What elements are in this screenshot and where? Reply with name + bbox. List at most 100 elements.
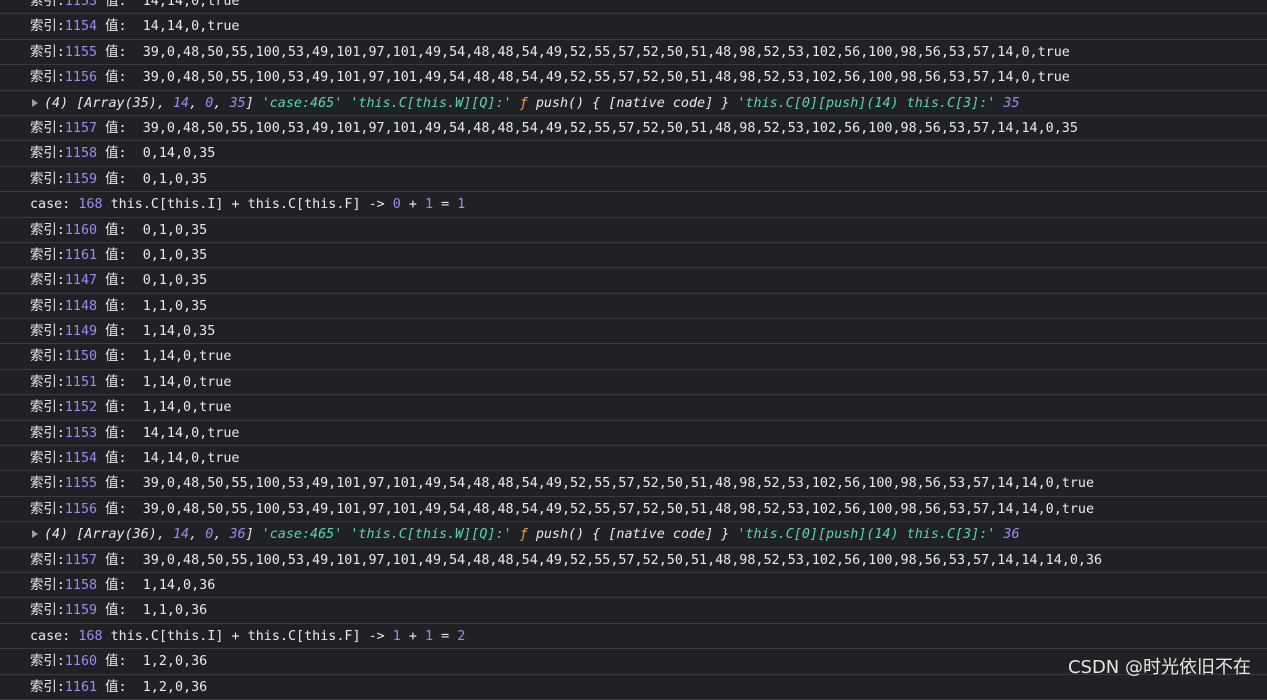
array-sep: , <box>189 527 205 542</box>
index-label: 索引: <box>30 19 65 34</box>
value-text: 0,1,0,35 <box>143 172 208 187</box>
value-text: 1,14,0,true <box>143 375 232 390</box>
index-number: 1159 <box>65 172 97 187</box>
case-log-entry: case: 168 this.C[this.I] + this.C[this.F… <box>0 624 1267 649</box>
value-label: 值: <box>105 476 126 491</box>
value-label: 值: <box>105 324 126 339</box>
operand: 1 <box>425 197 433 212</box>
operand: 0 <box>393 197 401 212</box>
value-label: 值: <box>105 451 126 466</box>
value-text: 1,14,0,36 <box>143 578 216 593</box>
number-value: 36 <box>1003 527 1019 542</box>
plus-sign: + <box>409 629 417 644</box>
index-label: 索引: <box>30 451 65 466</box>
value-label: 值: <box>105 426 126 441</box>
log-entry: 索引:1154 值: 14,14,0,true <box>0 14 1267 39</box>
index-label: 索引: <box>30 426 65 441</box>
log-entry: 索引:1158 值: 1,14,0,36 <box>0 573 1267 598</box>
array-prefix: (4) [Array(36), <box>44 527 173 542</box>
case-label: case: <box>30 629 70 644</box>
value-text: 0,1,0,35 <box>143 223 208 238</box>
string-value: 'this.C[this.W][Q]:' <box>350 96 511 111</box>
index-label: 索引: <box>30 553 65 568</box>
index-number: 1159 <box>65 603 97 618</box>
case-label: case: <box>30 197 70 212</box>
log-entry: 索引:1156 值: 39,0,48,50,55,100,53,49,101,9… <box>0 497 1267 522</box>
array-log-entry[interactable]: (4) [Array(35), 14, 0, 35] 'case:465' 't… <box>0 91 1267 116</box>
value-label: 值: <box>105 70 126 85</box>
index-label: 索引: <box>30 375 65 390</box>
array-item: 14 <box>173 96 189 111</box>
index-label: 索引: <box>30 70 65 85</box>
index-label: 索引: <box>30 0 65 9</box>
array-prefix: (4) [Array(35), <box>44 96 173 111</box>
log-entry: 索引:1147 值: 0,1,0,35 <box>0 268 1267 293</box>
index-number: 1155 <box>65 45 97 60</box>
index-number: 1151 <box>65 375 97 390</box>
index-label: 索引: <box>30 476 65 491</box>
log-entry: 索引:1159 值: 1,1,0,36 <box>0 598 1267 623</box>
log-entry: 索引:1159 值: 0,1,0,35 <box>0 167 1267 192</box>
value-label: 值: <box>105 146 126 161</box>
index-number: 1157 <box>65 121 97 136</box>
string-value: 'this.C[this.W][Q]:' <box>350 527 511 542</box>
index-number: 1160 <box>65 654 97 669</box>
log-entry: 索引:1157 值: 39,0,48,50,55,100,53,49,101,9… <box>0 116 1267 141</box>
index-number: 1147 <box>65 273 97 288</box>
log-entry: 索引:1151 值: 1,14,0,true <box>0 370 1267 395</box>
function-symbol: ƒ <box>520 527 528 542</box>
value-text: 1,14,0,true <box>143 400 232 415</box>
value-label: 值: <box>105 299 126 314</box>
value-label: 值: <box>105 553 126 568</box>
index-number: 1149 <box>65 324 97 339</box>
log-entry: 索引:1158 值: 0,14,0,35 <box>0 141 1267 166</box>
value-label: 值: <box>105 248 126 263</box>
value-text: 1,1,0,36 <box>143 603 208 618</box>
value-text: 1,14,0,35 <box>143 324 216 339</box>
value-label: 值: <box>105 273 126 288</box>
value-text: 39,0,48,50,55,100,53,49,101,97,101,49,54… <box>143 121 1078 136</box>
index-label: 索引: <box>30 502 65 517</box>
function-symbol: ƒ <box>520 96 528 111</box>
log-entry: 索引:1156 值: 39,0,48,50,55,100,53,49,101,9… <box>0 65 1267 90</box>
expand-triangle-icon[interactable] <box>32 530 38 538</box>
index-number: 1156 <box>65 70 97 85</box>
log-entry: 索引:1149 值: 1,14,0,35 <box>0 319 1267 344</box>
log-entry: 索引:1155 值: 39,0,48,50,55,100,53,49,101,9… <box>0 40 1267 65</box>
value-text: 0,14,0,35 <box>143 146 216 161</box>
log-entry: 索引:1152 值: 1,14,0,true <box>0 395 1267 420</box>
expand-triangle-icon[interactable] <box>32 99 38 107</box>
array-log-entry[interactable]: (4) [Array(36), 14, 0, 36] 'case:465' 't… <box>0 522 1267 547</box>
index-label: 索引: <box>30 273 65 288</box>
index-number: 1153 <box>65 0 97 9</box>
case-log-entry: case: 168 this.C[this.I] + this.C[this.F… <box>0 192 1267 217</box>
string-value: 'this.C[0][push](14) this.C[3]:' <box>737 96 995 111</box>
value-text: 1,14,0,true <box>143 349 232 364</box>
function-value: push() { [native code] } <box>536 527 729 542</box>
number-value: 35 <box>1003 96 1019 111</box>
index-label: 索引: <box>30 121 65 136</box>
array-sep: , <box>189 96 205 111</box>
index-number: 1161 <box>65 680 97 695</box>
value-label: 值: <box>105 45 126 60</box>
value-label: 值: <box>105 603 126 618</box>
value-text: 14,14,0,true <box>143 426 240 441</box>
array-sep: , <box>213 96 229 111</box>
operand: 1 <box>425 629 433 644</box>
case-number: 168 <box>78 629 102 644</box>
value-label: 值: <box>105 121 126 136</box>
index-number: 1158 <box>65 146 97 161</box>
index-number: 1150 <box>65 349 97 364</box>
array-close: ] <box>246 527 262 542</box>
equals-sign: = <box>441 629 449 644</box>
value-label: 值: <box>105 680 126 695</box>
plus-sign: + <box>409 197 417 212</box>
result: 1 <box>457 197 465 212</box>
function-value: push() { [native code] } <box>536 96 729 111</box>
value-label: 值: <box>105 375 126 390</box>
index-label: 索引: <box>30 45 65 60</box>
log-entry: 索引:1154 值: 14,14,0,true <box>0 446 1267 471</box>
value-label: 值: <box>105 400 126 415</box>
csdn-watermark: CSDN @时光依旧不在 <box>1068 653 1251 679</box>
value-label: 值: <box>105 223 126 238</box>
